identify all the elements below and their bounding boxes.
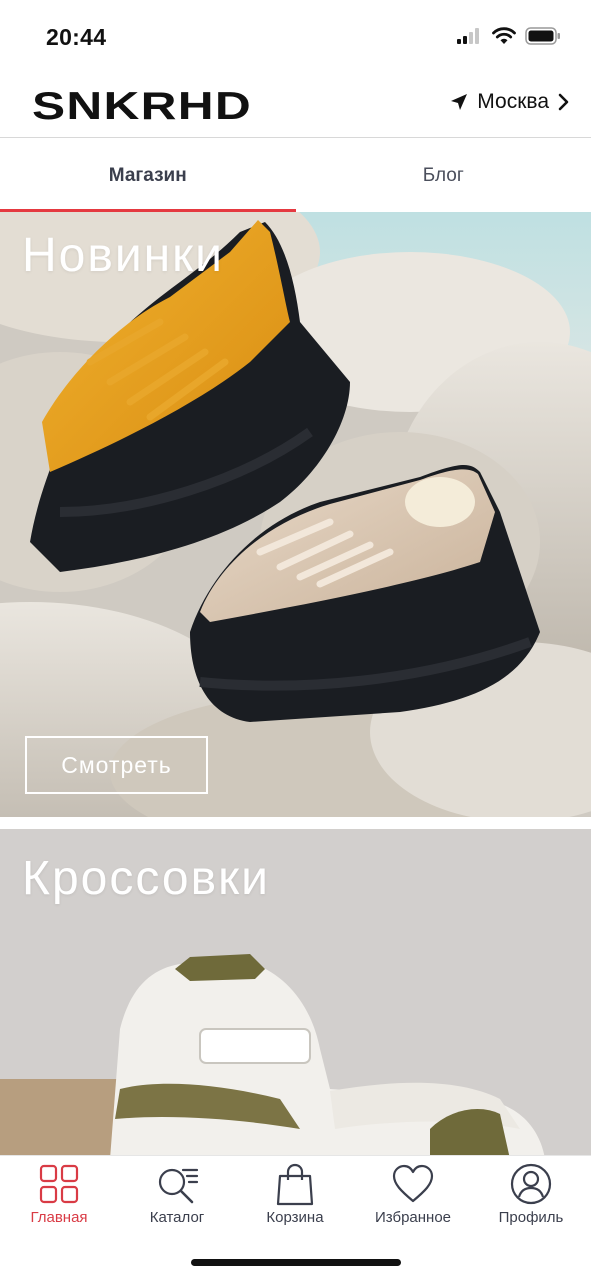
heart-icon <box>392 1164 434 1203</box>
nav-home-label: Главная <box>30 1209 88 1226</box>
grid-icon <box>39 1164 79 1204</box>
location-arrow-icon <box>451 94 468 110</box>
banner-new-arrivals[interactable]: Новинки Смотреть <box>0 212 591 817</box>
battery-icon <box>525 27 560 45</box>
new-arrivals-title: Новинки <box>22 229 224 282</box>
city-selector[interactable]: Москва <box>449 90 569 114</box>
tab-blog[interactable]: Блог <box>296 139 591 212</box>
sneakers-title: Кроссовки <box>22 852 270 905</box>
view-button[interactable]: Смотреть <box>25 736 208 794</box>
nav-favorites-label: Избранное <box>374 1209 452 1226</box>
tab-blog-label: Блог <box>422 164 464 186</box>
chevron-right-icon <box>558 93 569 111</box>
city-label: Москва <box>477 90 549 113</box>
nav-cart[interactable]: Корзина <box>236 1156 354 1236</box>
nav-favorites[interactable]: Избранное <box>354 1156 472 1236</box>
new-arrivals-photo <box>0 212 591 817</box>
status-bar: 20:44 <box>0 0 591 70</box>
cellular-signal-icon <box>457 28 479 44</box>
catalog-search-icon <box>158 1168 199 1204</box>
status-icons <box>457 27 561 45</box>
app-screen: 20:44 SNKRHD Москва Магазин Блог Новинки… <box>0 0 591 1280</box>
nav-cart-label: Корзина <box>266 1209 324 1226</box>
home-indicator[interactable] <box>191 1259 401 1266</box>
tab-shop[interactable]: Магазин <box>0 139 296 212</box>
tab-shop-label: Магазин <box>108 164 187 186</box>
banner-sneakers[interactable]: Кроссовки <box>0 829 591 1159</box>
wifi-icon <box>492 27 516 44</box>
app-header: SNKRHD Москва <box>0 70 591 138</box>
shopping-bag-icon <box>276 1163 314 1206</box>
nav-catalog-label: Каталог <box>149 1209 205 1226</box>
snkrhd-logo[interactable]: SNKRHD <box>32 85 254 128</box>
profile-icon <box>510 1163 552 1205</box>
status-time: 20:44 <box>46 24 107 50</box>
nav-profile[interactable]: Профиль <box>472 1156 590 1236</box>
nav-profile-label: Профиль <box>498 1209 564 1226</box>
logo-mark: SNKRHD <box>32 85 252 128</box>
logo-text: SNKRHD <box>32 88 252 122</box>
nav-home[interactable]: Главная <box>0 1156 118 1236</box>
nav-catalog[interactable]: Каталог <box>118 1156 236 1236</box>
tab-bar: Магазин Блог <box>0 139 591 212</box>
